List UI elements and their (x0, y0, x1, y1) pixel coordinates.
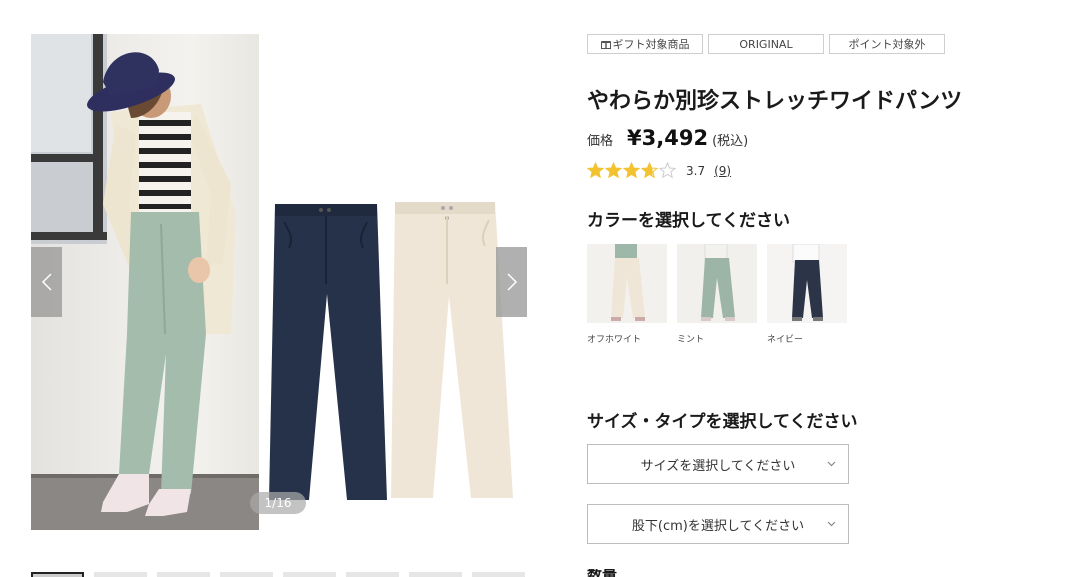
swatch-image (587, 244, 667, 323)
badge-original: ORIGINAL (708, 34, 824, 54)
size-heading: サイズ・タイプを選択してください (587, 412, 858, 432)
product-photo (259, 34, 527, 530)
model-photo (31, 34, 259, 530)
thumbnail[interactable] (283, 572, 336, 577)
swatch-image (767, 244, 847, 323)
thumbnail[interactable] (220, 572, 273, 577)
product-image-gallery[interactable]: 1/16 (31, 34, 527, 530)
gallery-next-button[interactable] (496, 247, 527, 317)
chevron-left-icon (41, 273, 52, 291)
color-option-mint[interactable]: ミント (677, 244, 757, 345)
color-swatches: オフホワイト ミント ネイビー (587, 244, 847, 345)
inseam-select[interactable]: 股下(cm)を選択してください (587, 504, 849, 544)
thumbnail[interactable] (346, 572, 399, 577)
badge-label: ギフト対象商品 (612, 38, 690, 51)
star-icon (623, 162, 640, 179)
star-icon (587, 162, 604, 179)
thumbnail[interactable] (409, 572, 462, 577)
rating-row: 3.7 (9) (587, 162, 731, 179)
thumbnail[interactable] (472, 572, 525, 577)
chevron-down-icon (827, 461, 836, 467)
badge-gift: ギフト対象商品 (587, 34, 703, 54)
product-badges: ギフト対象商品 ORIGINAL ポイント対象外 (587, 34, 945, 54)
thumbnail[interactable] (94, 572, 147, 577)
swatch-label: ネイビー (767, 335, 804, 345)
model-illustration (31, 34, 259, 530)
gift-icon (600, 39, 611, 49)
quantity-heading: 数量 (587, 569, 617, 577)
thumbnail-strip (31, 572, 525, 577)
badge-label: ポイント対象外 (848, 38, 926, 51)
inseam-select-placeholder: 股下(cm)を選択してください (631, 518, 805, 534)
thumbnail[interactable] (31, 572, 84, 577)
gallery-prev-button[interactable] (31, 247, 62, 317)
swatch-label: オフホワイト (587, 335, 642, 345)
color-heading: カラーを選択してください (587, 211, 790, 231)
price-value: ¥3,492 (627, 126, 709, 150)
price-row: 価格 ¥3,492 (税込) (587, 126, 748, 150)
thumbnail[interactable] (157, 572, 210, 577)
rating-score: 3.7 (686, 163, 706, 178)
size-select[interactable]: サイズを選択してください (587, 444, 849, 484)
star-icon (659, 162, 676, 179)
tax-note: (税込) (712, 134, 749, 149)
badge-label: ORIGINAL (739, 37, 793, 51)
star-icon (605, 162, 622, 179)
star-rating (587, 162, 676, 179)
color-option-navy[interactable]: ネイビー (767, 244, 847, 345)
star-icon (641, 162, 658, 179)
badge-points-excluded: ポイント対象外 (829, 34, 945, 54)
swatch-image (677, 244, 757, 323)
gallery-counter: 1/16 (250, 492, 306, 514)
price-label: 価格 (587, 134, 614, 149)
chevron-down-icon (827, 521, 836, 527)
color-option-offwhite[interactable]: オフホワイト (587, 244, 667, 345)
pants-illustration (269, 202, 513, 500)
review-count-link[interactable]: (9) (714, 164, 731, 178)
product-title: やわらか別珍ストレッチワイドパンツ (587, 89, 963, 114)
swatch-label: ミント (677, 335, 705, 345)
size-select-placeholder: サイズを選択してください (640, 458, 796, 474)
chevron-right-icon (506, 273, 517, 291)
